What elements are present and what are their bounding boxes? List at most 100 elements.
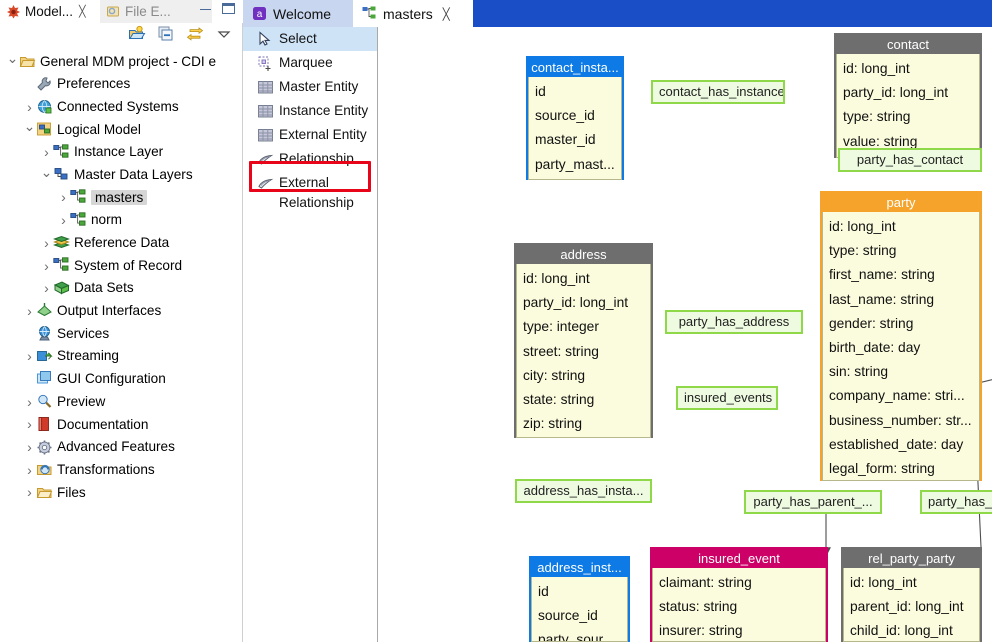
tree-item-advanced-features[interactable]: › Advanced Features (0, 436, 241, 459)
chevron-right-icon[interactable]: › (23, 462, 36, 478)
maximize-button[interactable] (222, 3, 235, 14)
tree-item-label: Advanced Features (57, 440, 175, 454)
entity-insured_event[interactable]: insured_eventclaimant: stringstatus: str… (650, 547, 828, 642)
chevron-right-icon[interactable]: › (40, 280, 53, 296)
folder-icon (36, 484, 53, 501)
entity-party[interactable]: partyid: long_inttype: stringfirst_name:… (820, 191, 982, 481)
chevron-right-icon[interactable]: › (57, 212, 70, 228)
relationship-label-address_has_insta[interactable]: address_has_insta... (515, 479, 652, 503)
tree-item-reference-data[interactable]: ›Reference Data (0, 232, 241, 255)
close-icon[interactable]: ╳ (79, 5, 86, 18)
tree-item-label: GUI Configuration (57, 372, 166, 386)
link-with-editor-icon[interactable] (186, 25, 204, 43)
tree-item-documentation[interactable]: ›Documentation (0, 413, 241, 436)
chevron-right-icon[interactable]: › (23, 348, 36, 364)
relationship-label-party_has_[interactable]: party_has_ (920, 490, 992, 514)
entity-contact_insta[interactable]: contact_insta...idsource_idmaster_idpart… (526, 56, 624, 180)
master-data-layers-icon (53, 166, 70, 183)
chevron-right-icon[interactable]: › (23, 416, 36, 432)
tree-item-data-sets[interactable]: ›Data Sets (0, 277, 241, 300)
tree-item-instance-layer[interactable]: › Instance Layer (0, 141, 241, 164)
tab-model-explorer[interactable]: Model... ╳ (0, 0, 100, 23)
chevron-right-icon[interactable]: › (40, 235, 53, 251)
relationship-label-party_has_parent_[interactable]: party_has_parent_... (744, 490, 882, 514)
entity-address_inst[interactable]: address_inst...idsource_idparty_sour... (529, 556, 630, 642)
tree-item-norm[interactable]: ›norm (0, 209, 241, 232)
chevron-right-icon[interactable]: › (23, 303, 36, 319)
chevron-right-icon[interactable]: › (23, 439, 36, 455)
entity-attribute: id: long_int (850, 571, 979, 595)
tree-item-output-interfaces[interactable]: › Output Interfaces (0, 300, 241, 323)
tree-item-masters[interactable]: ›masters (0, 186, 241, 209)
relationship-label-contact_has_instance[interactable]: contact_has_instance (651, 80, 785, 104)
palette-tool-label: External Relationship (279, 173, 373, 213)
tree-item-gui-configuration[interactable]: GUI Configuration (0, 368, 241, 391)
palette-tool-marquee[interactable]: Marquee (243, 51, 377, 75)
tree-item-services[interactable]: Services (0, 322, 241, 345)
tab-file-explorer[interactable]: File E... (100, 0, 212, 23)
tree-item-system-of-record[interactable]: ›System of Record (0, 254, 241, 277)
chevron-right-icon[interactable]: › (23, 394, 36, 410)
model-tree[interactable]: ⌄General MDM project - CDI ePreferences›… (0, 50, 241, 642)
entity-title: contact_insta... (528, 58, 622, 77)
entity-address[interactable]: addressid: long_intparty_id: long_inttyp… (514, 243, 653, 438)
entity-contact[interactable]: contactid: long_intparty_id: long_inttyp… (834, 33, 982, 158)
tree-item-master-data-layers[interactable]: ⌄Master Data Layers (0, 163, 241, 186)
layer-icon (53, 257, 70, 274)
tree-item-label: Output Interfaces (57, 304, 161, 318)
close-icon[interactable]: ╳ (443, 7, 450, 21)
entity-attribute: id (535, 80, 621, 104)
relationship-label-insured_events[interactable]: insured_events (676, 386, 778, 410)
tab-label: Model... (25, 4, 73, 19)
open-project-icon[interactable] (128, 25, 146, 43)
palette-tool-external-entity[interactable]: External Entity (243, 123, 377, 147)
magnifier-icon (36, 393, 53, 410)
tree-item-files[interactable]: ›Files (0, 481, 241, 504)
chevron-right-icon[interactable]: › (23, 484, 36, 500)
tree-item-general-mdm-project-cdi-e[interactable]: ⌄General MDM project - CDI e (0, 50, 241, 73)
minimize-button[interactable] (199, 3, 212, 14)
relationship-label-party_has_address[interactable]: party_has_address (665, 310, 803, 334)
chevron-right-icon[interactable]: › (57, 189, 70, 205)
file-explorer-icon (106, 4, 121, 19)
chevron-down-icon[interactable]: ⌄ (23, 118, 36, 135)
tree-item-streaming[interactable]: ›Streaming (0, 345, 241, 368)
transformations-icon (36, 461, 53, 478)
chevron-right-icon[interactable]: › (23, 99, 36, 115)
entity-attribute-list: id: long_intparty_id: long_inttype: inte… (516, 264, 651, 438)
palette-tool-select[interactable]: Select (243, 27, 377, 51)
chevron-right-icon[interactable]: › (40, 258, 53, 274)
palette-tool-relationship[interactable]: Relationship (243, 147, 377, 171)
entity-attribute: parent_id: long_int (850, 595, 979, 619)
tab-welcome[interactable]: a Welcome (243, 0, 353, 27)
tree-item-preview[interactable]: ›Preview (0, 390, 241, 413)
entity-attribute: id: long_int (523, 267, 650, 291)
tree-item-label: Instance Layer (74, 145, 163, 159)
relationship-label-party_has_contact[interactable]: party_has_contact (838, 148, 982, 172)
tree-item-transformations[interactable]: › Transformations (0, 458, 241, 481)
chevron-down-icon[interactable]: ⌄ (6, 50, 19, 67)
tree-item-label: Transformations (57, 463, 155, 477)
collapse-all-icon[interactable] (157, 25, 175, 43)
chevron-right-icon[interactable]: › (40, 144, 53, 160)
entity-attribute: insurer: string (659, 619, 825, 642)
palette-tool-external-relationship[interactable]: External Relationship (243, 171, 377, 215)
marquee-icon (257, 55, 274, 72)
svg-text:a: a (257, 9, 263, 20)
view-menu-icon[interactable] (215, 25, 233, 43)
palette-tool-label: Select (279, 29, 317, 49)
entity-rel_party_party[interactable]: rel_party_partyid: long_intparent_id: lo… (841, 547, 982, 642)
arrow-cursor-icon (257, 31, 274, 48)
tree-item-connected-systems[interactable]: ›Connected Systems (0, 95, 241, 118)
tree-item-preferences[interactable]: Preferences (0, 73, 241, 96)
chevron-down-icon[interactable]: ⌄ (40, 164, 53, 181)
entity-attribute: first_name: string (829, 263, 979, 287)
books-icon (53, 234, 70, 251)
entity-attribute: id (538, 580, 627, 604)
diagram-canvas[interactable]: contact_insta...idsource_idmaster_idpart… (378, 27, 992, 642)
relationship-icon (257, 175, 274, 192)
palette-tool-instance-entity[interactable]: Instance Entity (243, 99, 377, 123)
tree-item-logical-model[interactable]: ⌄Logical Model (0, 118, 241, 141)
tab-masters[interactable]: masters ╳ (353, 0, 473, 27)
palette-tool-master-entity[interactable]: Master Entity (243, 75, 377, 99)
